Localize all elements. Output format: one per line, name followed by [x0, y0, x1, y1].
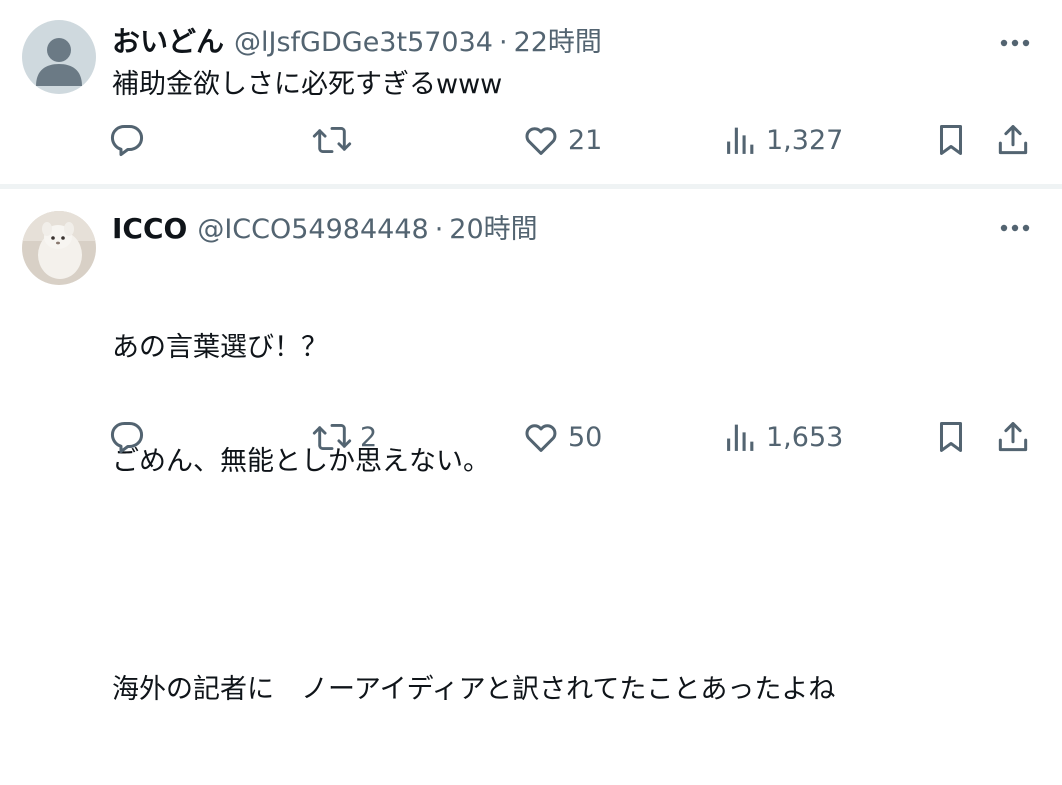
- tweet-text-line: 海外の記者に ノーアイディアと訳されてたことあったよね: [112, 674, 836, 705]
- timestamp[interactable]: 20時間: [449, 207, 537, 246]
- action-bar: 2 50 1,653: [0, 415, 1062, 459]
- reply-icon: [110, 422, 144, 454]
- like-button[interactable]: 50: [522, 415, 602, 459]
- share-button[interactable]: [994, 118, 1032, 162]
- retweet-icon: [312, 424, 352, 450]
- share-icon: [998, 422, 1028, 452]
- share-icon: [998, 125, 1028, 155]
- tweet-text: 補助金欲しさに必死すぎるwww: [112, 66, 502, 104]
- more-icon: [1000, 224, 1030, 232]
- view-count: 1,327: [766, 124, 844, 156]
- retweet-button[interactable]: [312, 118, 360, 162]
- tweet-text-line: 補助金欲しさに必死すぎるwww: [112, 69, 503, 100]
- bookmark-button[interactable]: [932, 415, 970, 459]
- like-button[interactable]: 21: [522, 118, 602, 162]
- plush-avatar-icon: [22, 211, 96, 285]
- separator-dot: ·: [434, 214, 444, 245]
- reply-button[interactable]: [108, 118, 154, 162]
- heart-icon: [525, 424, 557, 452]
- more-button[interactable]: [998, 211, 1032, 245]
- action-bar: 21 1,327: [0, 118, 1062, 162]
- separator-dot: ·: [498, 27, 508, 58]
- display-name[interactable]: おいどん: [112, 20, 224, 60]
- view-count: 1,653: [766, 421, 844, 453]
- retweet-count: 2: [360, 421, 378, 453]
- default-avatar-icon: [22, 20, 96, 94]
- tweet-text-blank-line: [112, 557, 835, 595]
- tweet[interactable]: ICCO @ICCO54984448 · 20時間 あの言葉選び！？ ごめん、無…: [0, 189, 1062, 705]
- timestamp[interactable]: 22時間: [514, 20, 602, 59]
- reply-button[interactable]: [108, 415, 154, 459]
- tweet-text: あの言葉選び！？ ごめん、無能としか思えない。 海外の記者に ノーアイディアと訳…: [112, 253, 835, 785]
- retweet-button[interactable]: 2: [312, 415, 377, 459]
- views-icon: [727, 127, 754, 154]
- share-button[interactable]: [994, 415, 1032, 459]
- like-count: 21: [568, 124, 603, 156]
- more-button[interactable]: [998, 26, 1032, 60]
- bookmark-icon: [939, 422, 963, 452]
- display-name[interactable]: ICCO: [112, 212, 187, 245]
- views-button[interactable]: 1,327: [724, 118, 843, 162]
- user-handle[interactable]: @lJsfGDGe3t57034: [234, 27, 493, 58]
- tweet-header: おいどん @lJsfGDGe3t57034 · 22時間: [112, 20, 602, 60]
- user-handle[interactable]: @ICCO54984448: [197, 214, 428, 245]
- like-count: 50: [568, 421, 603, 453]
- bookmark-icon: [939, 125, 963, 155]
- heart-icon: [525, 127, 557, 155]
- tweet-text-line: あの言葉選び！？: [112, 332, 328, 363]
- bookmark-button[interactable]: [932, 118, 970, 162]
- tweet[interactable]: おいどん @lJsfGDGe3t57034 · 22時間 補助金欲しさに必死すぎ…: [0, 0, 1062, 184]
- more-icon: [1000, 39, 1030, 47]
- avatar[interactable]: [22, 211, 96, 285]
- views-icon: [727, 424, 754, 451]
- avatar[interactable]: [22, 20, 96, 94]
- reply-icon: [110, 125, 144, 157]
- views-button[interactable]: 1,653: [724, 415, 843, 459]
- retweet-icon: [312, 126, 352, 153]
- tweet-header: ICCO @ICCO54984448 · 20時間: [112, 207, 538, 246]
